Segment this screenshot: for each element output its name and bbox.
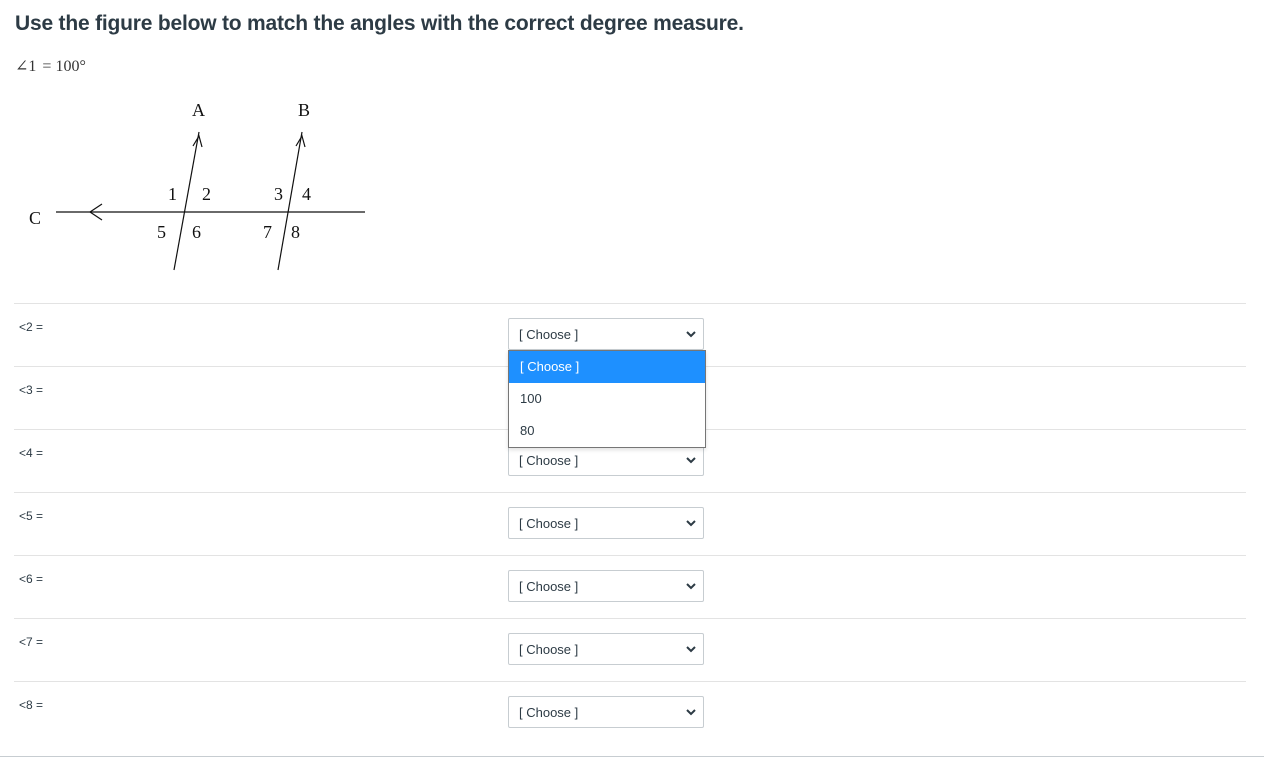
angle-label-8: 8 xyxy=(291,222,300,242)
angle-6-select[interactable]: [ Choose ] xyxy=(508,570,704,602)
label-line-a: A xyxy=(192,100,205,120)
given-angle-name: ∠1 xyxy=(15,58,37,75)
angle-label-2: 2 xyxy=(202,184,211,204)
dropdown-option-80[interactable]: 80 xyxy=(509,415,705,447)
angle-7-select-value: [ Choose ] xyxy=(519,642,579,657)
question-prompt: Use the figure below to match the angles… xyxy=(15,12,744,35)
angle-8-select-value: [ Choose ] xyxy=(519,705,579,720)
line-a xyxy=(173,131,200,271)
angle-3-label: <3 = xyxy=(19,383,44,397)
match-row-angle-5: <5 = [ Choose ] xyxy=(14,492,1246,555)
chevron-down-icon xyxy=(686,331,696,338)
given-angle-statement: ∠1 = 100° xyxy=(15,56,86,76)
label-line-b: B xyxy=(298,100,310,120)
angle-label-4: 4 xyxy=(302,184,311,204)
chevron-down-icon xyxy=(686,583,696,590)
dropdown-option-choose[interactable]: [ Choose ] xyxy=(509,351,705,383)
given-equals-sign: = xyxy=(42,58,52,75)
given-angle-value: 100° xyxy=(55,58,86,75)
angle-4-select-value: [ Choose ] xyxy=(519,453,579,468)
angle-4-label: <4 = xyxy=(19,446,44,460)
chevron-down-icon xyxy=(686,709,696,716)
match-row-angle-8: <8 = [ Choose ] xyxy=(14,681,1246,744)
chevron-down-icon xyxy=(686,646,696,653)
match-row-angle-6: <6 = [ Choose ] xyxy=(14,555,1246,618)
angle-5-label: <5 = xyxy=(19,509,44,523)
angle-label-1: 1 xyxy=(168,184,177,204)
match-row-angle-7: <7 = [ Choose ] xyxy=(14,618,1246,681)
angle-8-label: <8 = xyxy=(19,698,44,712)
angle-label-5: 5 xyxy=(157,222,166,242)
label-line-c: C xyxy=(29,208,41,228)
dropdown-option-100[interactable]: 100 xyxy=(509,383,705,415)
angle-5-select[interactable]: [ Choose ] xyxy=(508,507,704,539)
angle-label-6: 6 xyxy=(192,222,201,242)
chevron-down-icon xyxy=(686,457,696,464)
chevron-down-icon xyxy=(686,520,696,527)
angle-7-label: <7 = xyxy=(19,635,44,649)
angle-5-select-value: [ Choose ] xyxy=(519,516,579,531)
parallel-lines-figure: A B C 1 2 3 4 5 6 7 8 xyxy=(29,100,365,271)
angle-2-select-value: [ Choose ] xyxy=(519,327,579,342)
angle-8-select[interactable]: [ Choose ] xyxy=(508,696,704,728)
angle-2-label: <2 = xyxy=(19,320,44,334)
bottom-divider xyxy=(0,756,1264,757)
angle-7-select[interactable]: [ Choose ] xyxy=(508,633,704,665)
angle-2-select[interactable]: [ Choose ] xyxy=(508,318,704,350)
angle-4-select[interactable]: [ Choose ] xyxy=(508,444,704,476)
angle-label-3: 3 xyxy=(274,184,283,204)
angle-6-label: <6 = xyxy=(19,572,44,586)
angle-6-select-value: [ Choose ] xyxy=(519,579,579,594)
angle-label-7: 7 xyxy=(263,222,272,242)
angle-2-dropdown-list: [ Choose ] 100 80 xyxy=(508,350,706,448)
